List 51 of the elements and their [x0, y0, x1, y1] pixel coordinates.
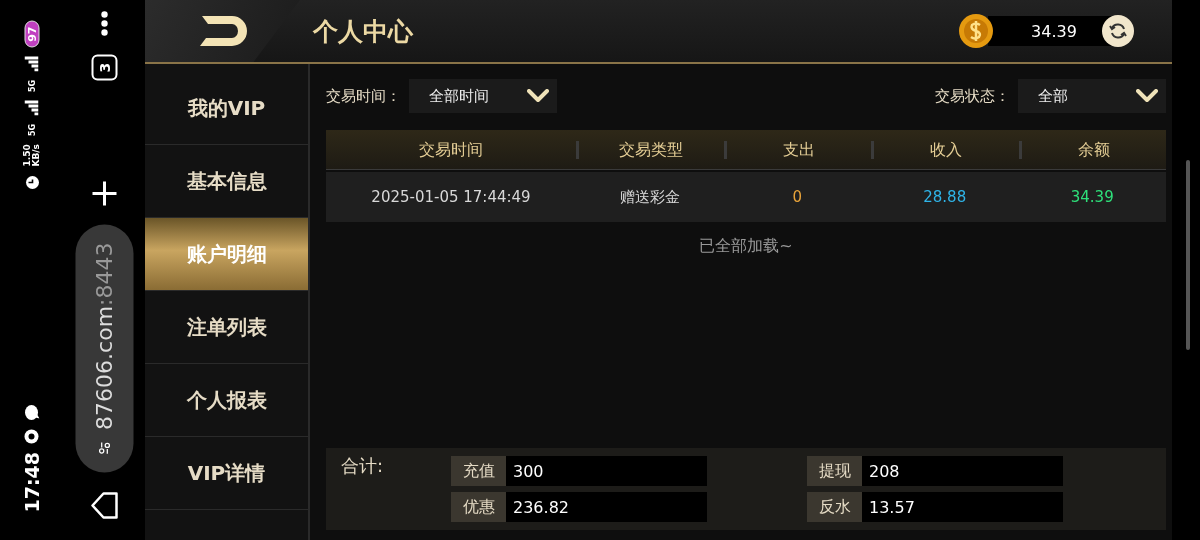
column-header: 交易类型: [576, 140, 724, 159]
chat-bubble-icon: [23, 403, 39, 420]
signal-icon: [24, 55, 38, 72]
url-text: 87606.com:8443: [91, 242, 116, 430]
table-cell-text: 34.39: [1069, 188, 1115, 206]
tab-count-button[interactable]: 3: [90, 54, 117, 80]
address-bar[interactable]: 87606.com:8443: [74, 224, 133, 472]
network-type: 5G: [26, 123, 36, 136]
totals-label: 合计:: [341, 454, 385, 478]
table-cell-text: 2025-01-05 17:44:49: [370, 188, 532, 206]
total-value: 208: [862, 456, 1063, 486]
total-label: 充值: [451, 456, 506, 486]
column-header: 支出: [723, 140, 871, 159]
sidebar-item[interactable]: VIP详情: [145, 437, 308, 510]
column-header: 余额: [1018, 140, 1166, 159]
sidebar-item[interactable]: 注单列表: [145, 291, 308, 364]
page-title: 个人中心: [313, 15, 413, 48]
refresh-button[interactable]: [1102, 15, 1134, 47]
logo-icon: [197, 14, 248, 48]
filter-label: 交易状态：: [935, 86, 1010, 106]
browser-icon: [23, 427, 39, 444]
column-header: 交易时间: [418, 140, 484, 159]
table-cell-text: 赠送彩金: [618, 187, 681, 207]
network-speed: 1.50 KB/s: [22, 143, 40, 167]
battery-level: 97: [23, 20, 39, 48]
signal-icon: [24, 99, 38, 116]
table-cell-text: 0: [791, 188, 803, 206]
chevron-down-icon: [1136, 89, 1158, 103]
home-icon[interactable]: [89, 490, 118, 520]
coin-icon: [958, 13, 994, 49]
sidebar-item[interactable]: 我的VIP: [145, 72, 308, 145]
total-label: 优惠: [451, 492, 506, 522]
total-value: 13.57: [862, 492, 1063, 522]
total-label: 反水: [807, 492, 862, 522]
end-of-list-text: 已全部加载~: [699, 236, 793, 255]
column-header: 收入: [871, 140, 1019, 159]
total-value: 236.82: [506, 492, 707, 522]
clock-time: 17:48: [20, 451, 42, 512]
filter-dropdown[interactable]: 全部: [1018, 79, 1166, 113]
sidebar-item[interactable]: 个人报表: [145, 364, 308, 437]
chevron-down-icon: [527, 89, 549, 103]
filter-label: 交易时间：: [326, 86, 401, 106]
table-cell-text: 28.88: [922, 188, 968, 206]
refresh-icon: [1108, 21, 1128, 41]
network-type: 5G: [26, 79, 36, 92]
more-icon[interactable]: [99, 10, 108, 36]
alarm-icon: [23, 174, 39, 191]
total-value: 300: [506, 456, 707, 486]
total-label: 提现: [807, 456, 862, 486]
filter-dropdown[interactable]: 全部时间: [409, 79, 557, 113]
plus-icon[interactable]: [90, 180, 117, 206]
